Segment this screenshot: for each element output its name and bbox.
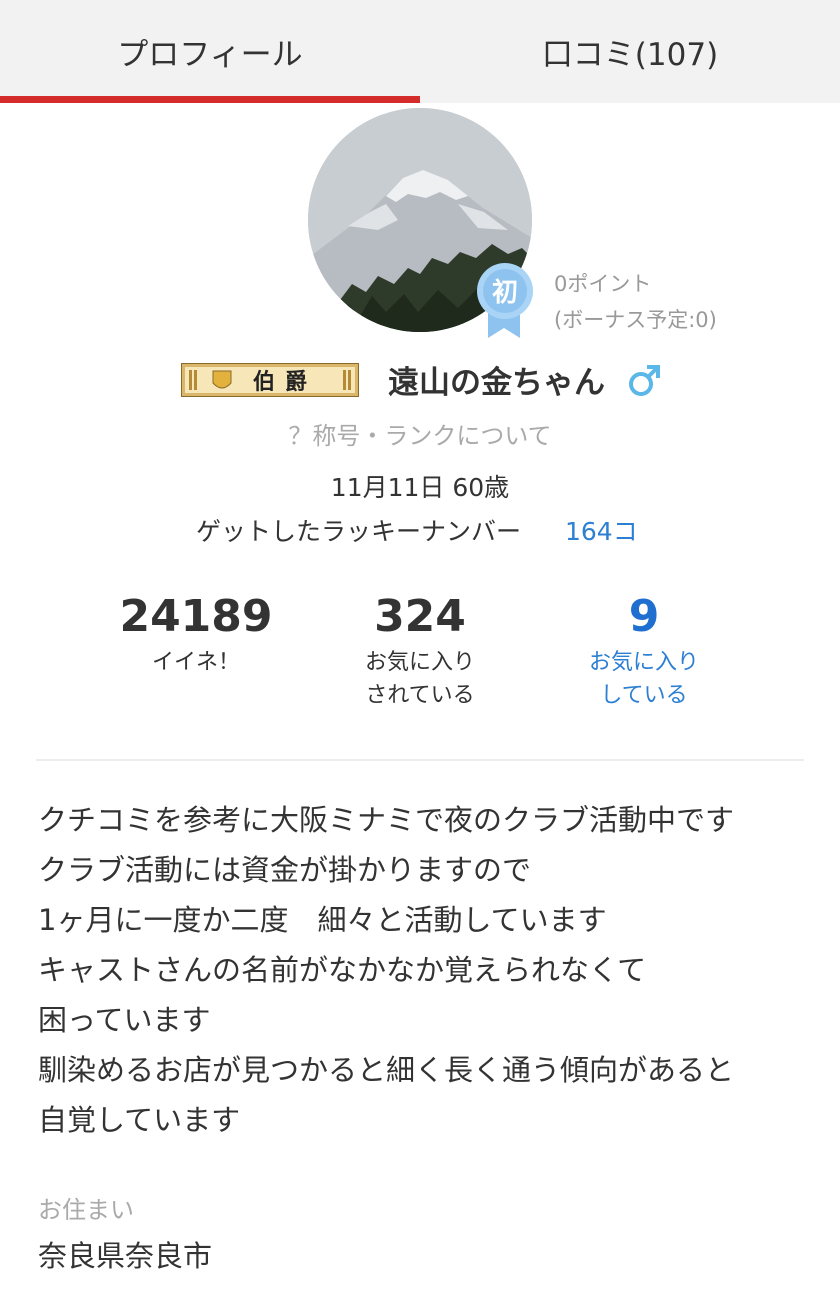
name-row: 伯爵 遠山の金ちゃん <box>0 355 840 405</box>
bio-line: クチコミを参考に大阪ミナミで夜のクラブ活動中です <box>38 803 735 837</box>
rank-info-link[interactable]: ？称号・ランクについて <box>0 416 840 451</box>
favorited-by-label: お気に入り されている <box>310 646 530 712</box>
user-name: 遠山の金ちゃん <box>388 365 605 401</box>
points-info: 0ポイント (ボーナス予定:0) <box>554 266 717 338</box>
favorites-label-line2: している <box>600 683 688 708</box>
residence-label: お住まい <box>38 1196 134 1224</box>
favorites-label: お気に入り している <box>534 646 754 712</box>
stat-favorites[interactable]: 9 お気に入り している <box>534 590 754 712</box>
bio-text: クチコミを参考に大阪ミナミで夜のクラブ活動中です クラブ活動には資金が掛かります… <box>38 795 818 1145</box>
bio-line: 自覚しています <box>38 1103 241 1137</box>
tab-profile[interactable]: プロフィール <box>0 0 420 103</box>
first-timer-ribbon-badge: 初 <box>474 262 536 340</box>
ribbon-icon: 初 <box>477 263 533 338</box>
likes-count: 24189 <box>119 591 273 642</box>
bio-line: キャストさんの名前がなかなか覚えられなくて <box>38 953 647 987</box>
lucky-number-count-link[interactable]: 164コ <box>565 512 638 548</box>
lucky-number-label: ゲットしたラッキーナンバー <box>196 517 522 546</box>
stat-likes: 24189 イイネ！ <box>86 590 306 679</box>
likes-label: イイネ！ <box>151 650 240 675</box>
section-divider <box>36 759 804 761</box>
shield-icon <box>212 370 232 389</box>
favorited-by-label-line2: されている <box>365 683 475 708</box>
points-value: 0ポイント <box>554 272 652 296</box>
favorites-label-line1: お気に入り <box>588 650 699 675</box>
rank-title: 伯爵 <box>253 369 317 395</box>
lucky-number-row: ゲットしたラッキーナンバー 164コ <box>196 512 638 548</box>
tab-bar: プロフィール 口コミ(107) <box>0 0 840 103</box>
bio-line: 馴染めるお店が見つかると細く長く通う傾向があると <box>38 1053 735 1087</box>
residence-value: 奈良県奈良市 <box>38 1239 213 1273</box>
bonus-points: (ボーナス予定:0) <box>554 308 717 332</box>
favorited-by-label-line1: お気に入り <box>364 650 475 675</box>
tab-reviews[interactable]: 口コミ(107) <box>420 0 840 103</box>
rank-badge[interactable]: 伯爵 <box>181 363 359 397</box>
tab-reviews-label: 口コミ(107) <box>541 37 719 73</box>
active-tab-indicator <box>0 96 420 103</box>
birthday-age: 11月11日 60歳 <box>330 473 510 502</box>
male-gender-icon <box>629 365 660 396</box>
bio-line: 困っています <box>38 1003 211 1037</box>
stat-favorited-by: 324 お気に入り されている <box>310 590 530 712</box>
tab-profile-label: プロフィール <box>117 37 303 73</box>
bio-line: 1ヶ月に一度か二度 細々と活動しています <box>38 903 607 937</box>
bio-line: クラブ活動には資金が掛かりますので <box>38 853 532 887</box>
ribbon-badge-text: 初 <box>492 278 518 308</box>
favorited-by-count: 324 <box>374 591 466 642</box>
favorites-count: 9 <box>628 591 660 642</box>
